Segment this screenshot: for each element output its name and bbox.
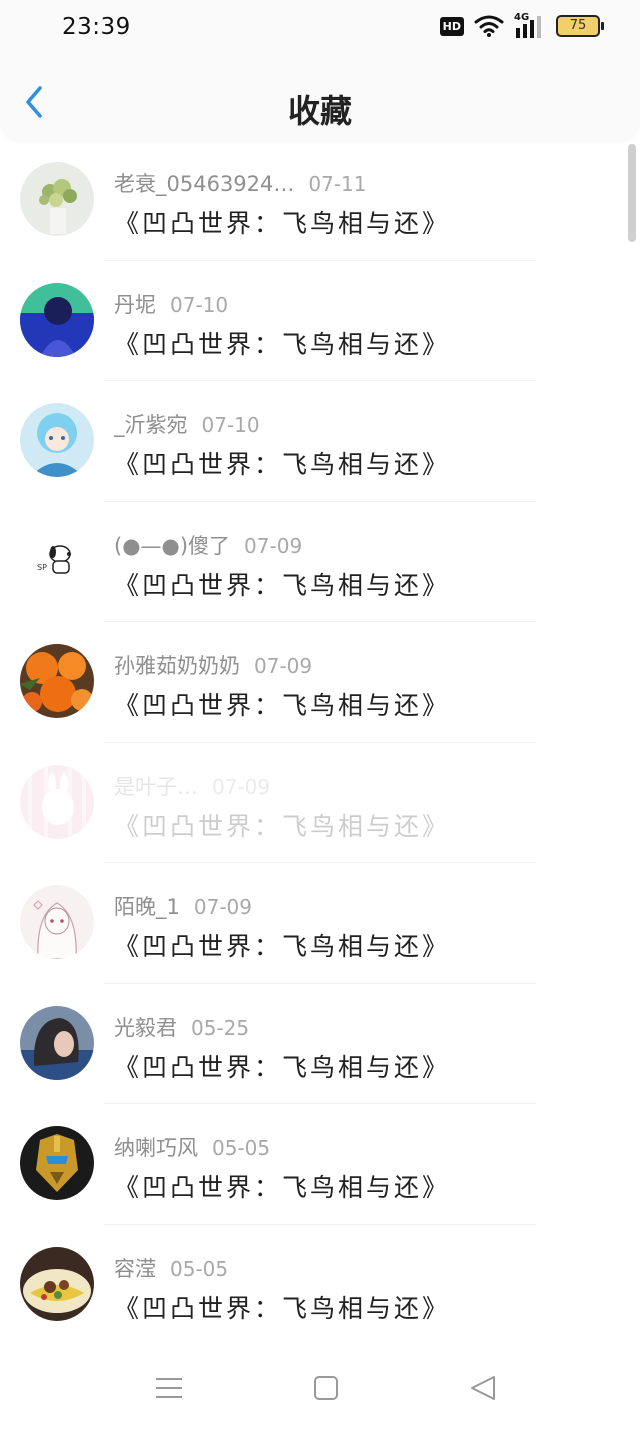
list-item[interactable]: _沂紫宛 07-10 《凹凸世界：飞鸟相与还》 [0,381,640,502]
page-title: 收藏 [287,92,352,130]
battery-icon: 75 [556,15,604,37]
home-square-icon [314,1376,338,1400]
avatar [20,644,94,718]
item-meta: 容滢 05-05 [114,1253,228,1283]
date: 07-09 [254,654,313,678]
item-meta: 陌晚_1 07-09 [114,891,252,921]
status-bar: 23:39 HD 4G 75 [0,0,640,56]
username[interactable]: 孙雅茹奶奶奶 [114,654,240,678]
item-meta: 丹坭 07-10 [114,289,228,319]
list-item[interactable]: 丹坭 07-10 《凹凸世界：飞鸟相与还》 [0,261,640,381]
favorites-list: 老衰_05463924… 07-11 《凹凸世界：飞鸟相与还》 丹坭 07-10 《… [0,140,640,1345]
avatar [20,1126,94,1200]
svg-text:SP: SP [37,563,47,572]
work-title[interactable]: 《凹凸世界：飞鸟相与还》 [114,325,450,361]
username[interactable]: (●—●)傻了 [114,534,230,558]
date: 05-05 [170,1256,229,1281]
wifi-icon [474,15,504,37]
date: 07-10 [201,413,260,437]
list-item[interactable]: 是叶子… 07-09 《凹凸世界：飞鸟相与还》 [0,743,640,863]
date: 07-09 [212,774,271,799]
status-time: 23:39 [62,14,131,40]
app-header: 收藏 [0,56,640,140]
item-meta: 孙雅茹奶奶奶 07-09 [114,650,312,680]
work-title[interactable]: 《凹凸世界：飞鸟相与还》 [114,927,450,963]
work-title[interactable]: 《凹凸世界：飞鸟相与还》 [114,1289,450,1325]
back-nav-button[interactable] [466,1371,500,1405]
menu-button[interactable] [152,1371,186,1405]
avatar [20,162,94,236]
list-item[interactable]: 容滢 05-05 《凹凸世界：飞鸟相与还》 [0,1225,640,1345]
date: 05-05 [212,1136,271,1160]
work-title[interactable]: 《凹凸世界：飞鸟相与还》 [114,566,450,602]
item-meta: 纳喇巧风 05-05 [114,1132,270,1162]
system-nav-bar [0,1341,640,1433]
list-item[interactable]: 老衰_05463924… 07-11 《凹凸世界：飞鸟相与还》 [0,140,640,261]
username[interactable]: 陌晚_1 [114,895,180,919]
username[interactable]: 纳喇巧风 [114,1136,198,1160]
item-meta: 是叶子… 07-09 [114,771,270,801]
username[interactable]: _沂紫宛 [114,413,188,437]
username[interactable]: 老衰_05463924… [114,172,294,196]
home-button[interactable] [309,1371,343,1405]
date: 07-10 [170,292,229,317]
username[interactable]: 容滢 [114,1257,156,1281]
date: 07-11 [308,172,367,196]
date: 07-09 [193,895,252,919]
avatar [20,764,94,839]
avatar [20,1005,94,1080]
avatar [20,885,94,959]
item-meta: _沂紫宛 07-10 [114,409,260,439]
date: 07-09 [244,533,303,558]
list-item[interactable]: 陌晚_1 07-09 《凹凸世界：飞鸟相与还》 [0,863,640,984]
username[interactable]: 丹坭 [114,293,156,317]
back-triangle-icon [471,1376,495,1400]
work-title[interactable]: 《凹凸世界：飞鸟相与还》 [114,686,450,722]
cellular-signal-icon: 4G [514,12,546,38]
status-icons: HD 4G 75 [439,12,604,38]
avatar [20,282,94,357]
work-title[interactable]: 《凹凸世界：飞鸟相与还》 [114,1168,450,1204]
item-meta: 光毅君 05-25 [114,1012,249,1042]
work-title[interactable]: 《凹凸世界：飞鸟相与还》 [114,204,450,240]
list-item[interactable]: 光毅君 05-25 《凹凸世界：飞鸟相与还》 [0,984,640,1104]
scrollbar[interactable] [628,144,636,242]
list-item[interactable]: 纳喇巧风 05-05 《凹凸世界：飞鸟相与还》 [0,1104,640,1225]
date: 05-25 [191,1015,250,1040]
username[interactable]: 是叶子… [114,775,198,799]
work-title[interactable]: 《凹凸世界：飞鸟相与还》 [114,1048,450,1084]
work-title[interactable]: 《凹凸世界：飞鸟相与还》 [114,445,450,481]
work-title[interactable]: 《凹凸世界：飞鸟相与还》 [114,807,450,843]
item-meta: (●—●)傻了 07-09 [114,530,302,560]
avatar: SP [20,523,94,598]
avatar [20,403,94,477]
menu-icon [156,1378,182,1398]
item-meta: 老衰_05463924… 07-11 [114,168,367,198]
avatar [20,1246,94,1321]
list-item[interactable]: SP (●—●)傻了 07-09 《凹凸世界：飞鸟相与还》 [0,502,640,622]
list-item[interactable]: 孙雅茹奶奶奶 07-09 《凹凸世界：飞鸟相与还》 [0,622,640,743]
username[interactable]: 光毅君 [114,1016,177,1040]
hd-icon: HD [439,16,464,36]
